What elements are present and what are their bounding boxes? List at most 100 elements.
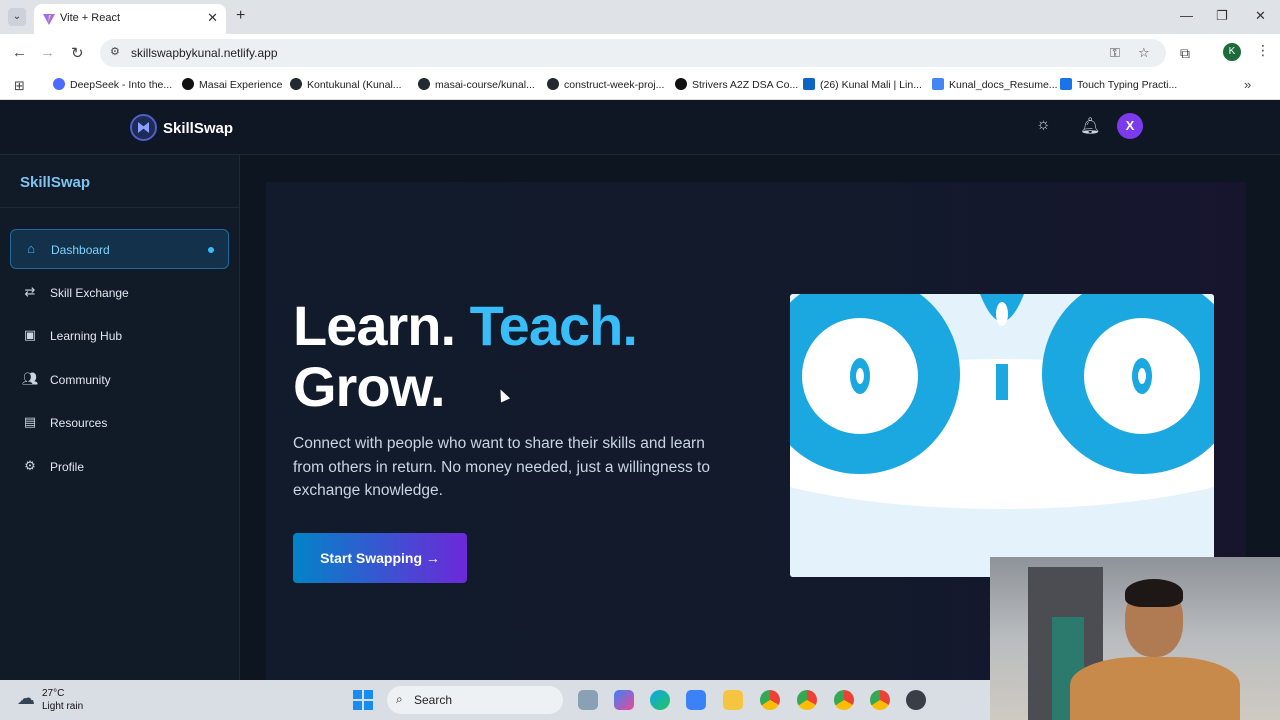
chrome-icon[interactable]: [834, 690, 854, 710]
bookmarks-bar: ⊞ DeepSeek - Into the... Masai Experienc…: [0, 72, 1280, 100]
typing-icon: [1060, 78, 1072, 90]
user-avatar[interactable]: X: [1117, 113, 1143, 139]
bookmark-favicon: [53, 78, 65, 90]
task-view-icon[interactable]: [578, 690, 598, 710]
active-indicator: [208, 247, 214, 253]
gear-icon: ⚙: [24, 458, 36, 473]
sidebar-title: SkillSwap: [20, 174, 91, 191]
bookmark-item[interactable]: Kontukunal (Kunal...: [290, 78, 402, 91]
chrome-icon[interactable]: [760, 690, 780, 710]
bookmark-item[interactable]: Masai Experience: [182, 78, 282, 91]
bookmark-item[interactable]: construct-week-proj...: [547, 78, 664, 91]
address-bar[interactable]: ⚙ skillswapbykunal.netlify.app ⚿ ☆: [100, 39, 1166, 67]
extensions-icon[interactable]: ⧉: [1180, 45, 1190, 62]
bookmark-label: masai-course/kunal...: [435, 79, 535, 91]
more-bookmarks-icon[interactable]: »: [1244, 77, 1251, 92]
bookmark-item[interactable]: Touch Typing Practi...: [1060, 78, 1177, 91]
browser-tab[interactable]: Vite + React ✕: [34, 4, 226, 34]
sidebar-divider: [0, 207, 240, 208]
forward-icon[interactable]: →: [40, 44, 55, 61]
hero-word-teach: Teach.: [469, 294, 638, 357]
app-header: SkillSwap ☼ 🔔︎ X: [0, 100, 1280, 155]
bookmark-item[interactable]: masai-course/kunal...: [418, 78, 535, 91]
reload-icon[interactable]: ↻: [71, 44, 84, 62]
sidebar-item-label: Resources: [50, 416, 108, 430]
community-icon: 👥︎: [22, 371, 39, 386]
document-icon: ▤: [23, 414, 37, 429]
windows-taskbar: ☁ 27°C Light rain ⌕ Search: [0, 680, 990, 720]
obs-icon[interactable]: [906, 690, 926, 710]
site-info-icon[interactable]: ⚙: [110, 45, 124, 59]
start-swapping-button[interactable]: Start Swapping →: [293, 533, 467, 583]
file-explorer-icon[interactable]: [723, 690, 743, 710]
hero-word-learn: Learn.: [293, 294, 456, 357]
brand-name[interactable]: SkillSwap: [163, 120, 233, 137]
webcam-person: [1125, 579, 1183, 607]
bookmark-favicon: [675, 78, 687, 90]
taskbar-search-label: Search: [414, 693, 453, 707]
sidebar-item-dashboard[interactable]: ⌂ Dashboard: [10, 229, 229, 269]
sidebar-item-label: Skill Exchange: [50, 286, 129, 300]
bookmark-star-icon[interactable]: ☆: [1138, 45, 1150, 61]
close-tab-icon[interactable]: ✕: [207, 10, 218, 26]
chrome-icon[interactable]: [870, 690, 890, 710]
sidebar-item-learning-hub[interactable]: ▣ Learning Hub: [10, 316, 229, 356]
bookmark-item[interactable]: DeepSeek - Into the...: [53, 78, 172, 91]
bookmark-label: (26) Kunal Mali | Lin...: [820, 79, 922, 91]
hero-word-grow: Grow.: [293, 355, 446, 418]
bookmark-label: Touch Typing Practi...: [1077, 79, 1178, 91]
github-icon: [547, 78, 559, 90]
sun-icon[interactable]: ☼: [1036, 116, 1051, 134]
sidebar-item-profile[interactable]: ⚙ Profile: [10, 447, 229, 487]
new-tab-button[interactable]: +: [236, 7, 245, 25]
close-window-icon[interactable]: ✕: [1255, 8, 1266, 24]
weather-condition[interactable]: Light rain: [42, 701, 83, 712]
hero-subtitle: Connect with people who want to share th…: [293, 435, 710, 499]
browser-toolbar: ← → ↻ ⚙ skillswapbykunal.netlify.app ⚿ ☆…: [0, 34, 1280, 72]
edge-icon[interactable]: [650, 690, 670, 710]
profile-avatar[interactable]: K: [1223, 43, 1241, 61]
bookmark-favicon: [182, 78, 194, 90]
sidebar: SkillSwap ⌂ Dashboard ⇄ Skill Exchange ▣…: [0, 155, 240, 680]
menu-icon[interactable]: ⋮: [1256, 42, 1270, 59]
webcam-person: [1070, 657, 1240, 720]
sidebar-item-label: Community: [50, 373, 111, 387]
tab-title: Vite + React: [60, 12, 121, 24]
sidebar-item-label: Dashboard: [51, 243, 110, 257]
browser-tab-bar: ⌄ Vite + React ✕ + — ❐ ✕: [0, 0, 1280, 34]
bookmark-item[interactable]: Kunal_docs_Resume...: [932, 78, 1058, 91]
bookmark-label: Strivers A2Z DSA Co...: [692, 79, 799, 91]
minimize-icon[interactable]: —: [1180, 8, 1193, 23]
chrome-icon[interactable]: [797, 690, 817, 710]
webcam-overlay: [990, 557, 1280, 720]
bookmark-item[interactable]: (26) Kunal Mali | Lin...: [803, 78, 922, 91]
search-icon: ⌕: [396, 692, 403, 706]
bookmark-item[interactable]: Strivers A2Z DSA Co...: [675, 78, 798, 91]
taskbar-search[interactable]: ⌕ Search: [387, 686, 563, 714]
skillswap-logo-icon[interactable]: [130, 114, 157, 141]
exchange-icon: ⇄: [24, 284, 36, 299]
windows-start-icon[interactable]: [353, 690, 373, 710]
sidebar-item-skill-exchange[interactable]: ⇄ Skill Exchange: [10, 273, 229, 313]
bookmark-label: Kunal_docs_Resume...: [949, 79, 1058, 91]
back-icon[interactable]: ←: [12, 44, 27, 61]
sidebar-item-community[interactable]: 👥︎ Community: [10, 360, 229, 400]
sidebar-item-label: Learning Hub: [50, 329, 123, 343]
vite-icon: [43, 14, 55, 25]
apps-grid-icon[interactable]: ⊞: [14, 78, 25, 94]
bell-icon[interactable]: 🔔︎: [1080, 116, 1100, 136]
owl-eyes-image: [790, 294, 1214, 577]
copilot-icon[interactable]: [614, 690, 634, 710]
store-icon[interactable]: [686, 690, 706, 710]
sidebar-item-resources[interactable]: ▤ Resources: [10, 403, 229, 443]
password-key-icon[interactable]: ⚿: [1110, 45, 1120, 61]
temperature[interactable]: 27°C: [42, 688, 64, 699]
weather-icon[interactable]: ☁: [17, 688, 35, 709]
bookmark-label: construct-week-proj...: [564, 79, 665, 91]
tab-search-button[interactable]: ⌄: [8, 8, 26, 26]
restore-icon[interactable]: ❐: [1216, 8, 1228, 24]
bookmark-label: Masai Experience: [199, 79, 283, 91]
sidebar-item-label: Profile: [50, 460, 85, 474]
learning-icon: ▣: [23, 327, 37, 342]
home-icon: ⌂: [27, 241, 35, 256]
